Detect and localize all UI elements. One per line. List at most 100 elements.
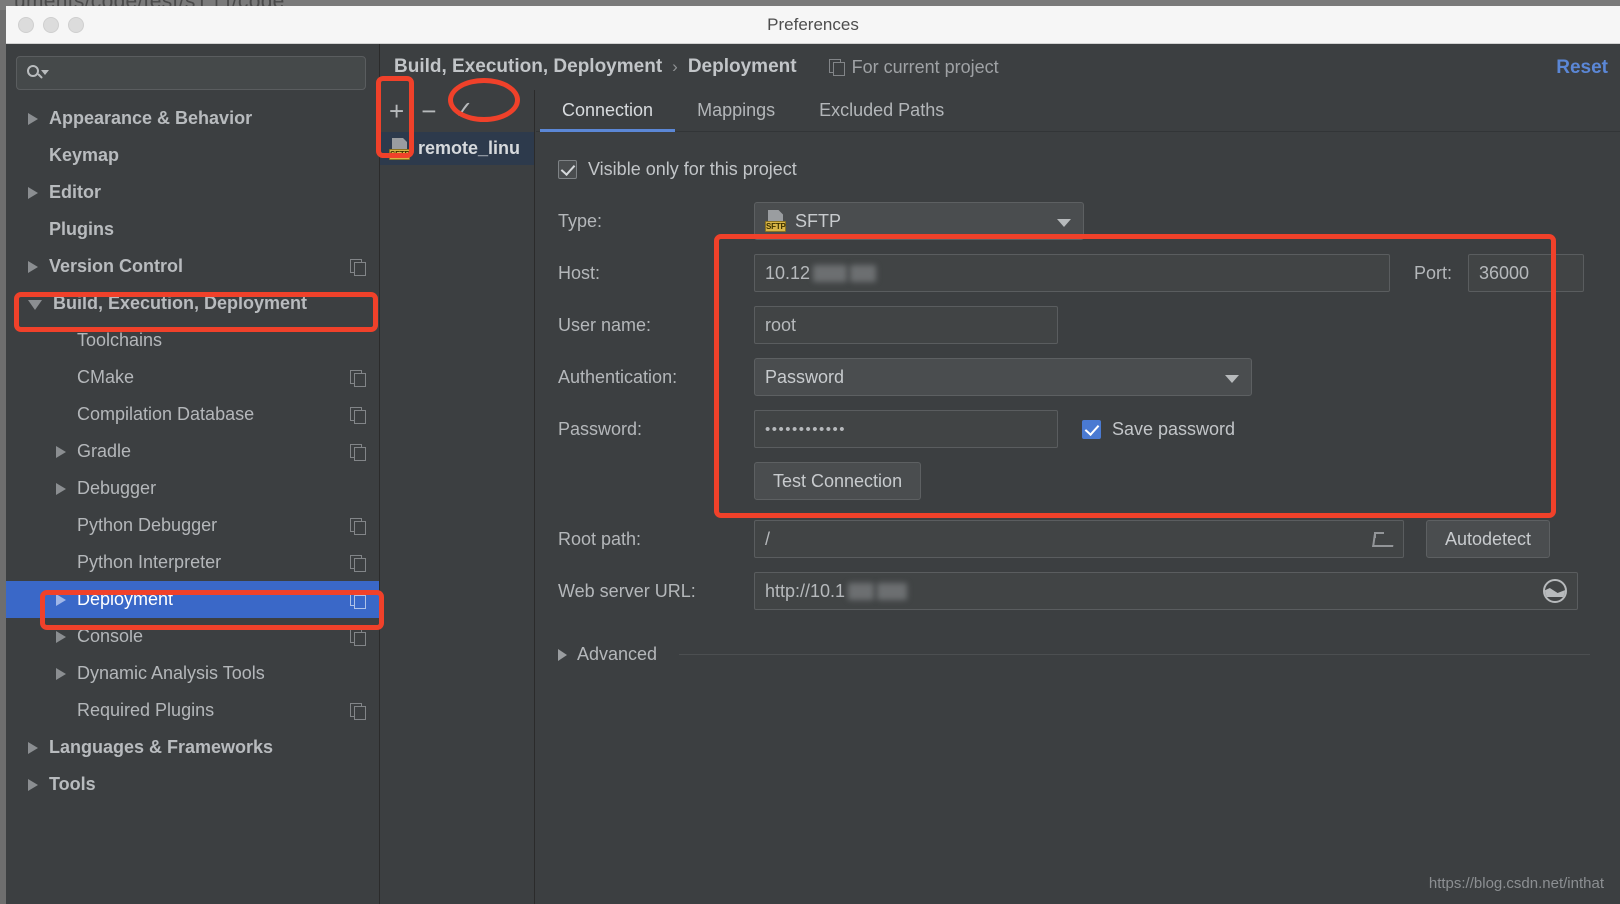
root-path-input[interactable]: /	[754, 520, 1404, 558]
advanced-section-toggle[interactable]: Advanced	[558, 644, 1620, 665]
watermark: https://blog.csdn.net/inthat	[1428, 875, 1604, 892]
type-label: Type:	[558, 210, 603, 231]
sidebar-item-toolchains[interactable]: Toolchains	[6, 322, 379, 359]
chevron-right-icon[interactable]	[56, 445, 66, 458]
sidebar-item-label: Compilation Database	[77, 404, 255, 424]
host-value: 10.12	[765, 262, 811, 283]
sftp-badge-label: SFTP	[389, 148, 410, 160]
sidebar-item-label: Gradle	[77, 441, 132, 461]
chevron-down-icon[interactable]	[28, 300, 42, 310]
sidebar-item-languages-frameworks[interactable]: Languages & Frameworks	[6, 729, 379, 766]
folder-icon[interactable]	[1373, 531, 1393, 547]
host-input[interactable]: 10.12	[754, 254, 1390, 292]
breadcrumb-separator-icon: ›	[672, 57, 678, 76]
search-input[interactable]	[16, 56, 366, 90]
sidebar-item-label: Languages & Frameworks	[49, 737, 274, 757]
copy-icon	[350, 443, 366, 461]
sidebar-item-plugins[interactable]: Plugins	[6, 211, 379, 248]
chevron-right-icon[interactable]	[28, 260, 38, 273]
sidebar-item-console[interactable]: Console	[6, 618, 379, 655]
sidebar-item-version-control[interactable]: Version Control	[6, 248, 379, 285]
sftp-badge-label: SFTP	[765, 221, 786, 232]
password-row: Password: •••••••••••• Save password	[558, 410, 1620, 448]
tab-connection[interactable]: Connection	[540, 90, 676, 132]
port-value: 36000	[1479, 262, 1530, 283]
server-name: remote_linu	[418, 138, 521, 158]
chevron-right-icon[interactable]	[56, 482, 66, 495]
chevron-right-icon[interactable]	[56, 630, 66, 643]
chevron-right-icon[interactable]	[28, 112, 38, 125]
sidebar-item-required-plugins[interactable]: Required Plugins	[6, 692, 379, 729]
set-default-server-button[interactable]: ✓	[453, 99, 473, 123]
save-password-label: Save password	[1112, 418, 1236, 439]
password-input[interactable]: ••••••••••••	[754, 410, 1058, 448]
chevron-right-icon[interactable]	[28, 778, 38, 791]
sidebar-item-deployment[interactable]: Deployment	[6, 581, 379, 618]
sidebar-item-label: CMake	[77, 367, 135, 387]
server-list-toolbar: + − ✓	[380, 90, 534, 132]
settings-detail-panel: Build, Execution, Deployment › Deploymen…	[380, 44, 1620, 904]
sidebar-item-dynamic-analysis-tools[interactable]: Dynamic Analysis Tools	[6, 655, 379, 692]
port-input[interactable]: 36000	[1468, 254, 1585, 292]
chevron-down-icon	[1057, 219, 1071, 227]
sidebar-item-label: Python Debugger	[77, 515, 218, 535]
sidebar-item-keymap[interactable]: Keymap	[6, 137, 379, 174]
authentication-row: Authentication: Password	[558, 358, 1620, 396]
sidebar-item-appearance-behavior[interactable]: Appearance & Behavior	[6, 100, 379, 137]
root-path-row: Root path: / Autodetect	[558, 520, 1620, 558]
sidebar-item-label: Dynamic Analysis Tools	[77, 663, 265, 683]
globe-icon[interactable]	[1543, 579, 1567, 603]
host-row: Host: 10.12 Port: 36000	[558, 254, 1620, 292]
web-server-url-input[interactable]: http://10.1	[754, 572, 1578, 610]
chevron-right-icon[interactable]	[56, 667, 66, 680]
server-list-item[interactable]: SFTP remote_linu	[380, 132, 534, 165]
sidebar-item-editor[interactable]: Editor	[6, 174, 379, 211]
settings-tree: Appearance & Behavior Keymap Editor Plugins…	[6, 100, 379, 803]
visible-only-checkbox[interactable]	[558, 159, 577, 179]
sftp-icon: SFTP	[389, 137, 411, 160]
username-input[interactable]: root	[754, 306, 1058, 344]
autodetect-button[interactable]: Autodetect	[1426, 520, 1551, 558]
chevron-right-icon	[558, 648, 567, 661]
sidebar-item-label: Keymap	[49, 145, 120, 165]
tab-excluded-paths[interactable]: Excluded Paths	[797, 90, 966, 132]
password-label: Password:	[558, 418, 643, 439]
test-connection-row: Test Connection	[558, 462, 1620, 500]
sidebar-item-build-execution-deployment[interactable]: Build, Execution, Deployment	[6, 285, 379, 322]
sidebar-item-tools[interactable]: Tools	[6, 766, 379, 803]
copy-icon	[350, 517, 366, 535]
host-label: Host:	[558, 262, 601, 283]
breadcrumb-current: Deployment	[687, 56, 797, 77]
sidebar-item-compilation-database[interactable]: Compilation Database	[6, 396, 379, 433]
window-title-bar: Preferences	[6, 6, 1620, 44]
save-password-checkbox[interactable]	[1082, 419, 1101, 439]
authentication-select[interactable]: Password	[754, 358, 1252, 396]
add-server-button[interactable]: +	[389, 98, 404, 124]
sidebar-item-debugger[interactable]: Debugger	[6, 470, 379, 507]
host-redaction-2	[850, 264, 877, 282]
window-content: Appearance & Behavior Keymap Editor Plugins…	[6, 44, 1620, 904]
copy-icon	[350, 702, 366, 720]
chevron-down-icon	[1225, 375, 1239, 383]
copy-icon	[350, 369, 366, 387]
sidebar-item-gradle[interactable]: Gradle	[6, 433, 379, 470]
reset-link[interactable]: Reset	[1556, 57, 1608, 79]
tab-strip: Connection Mappings Excluded Paths	[536, 90, 1620, 132]
sidebar-item-cmake[interactable]: CMake	[6, 359, 379, 396]
sftp-icon: SFTP	[765, 210, 787, 232]
chevron-right-icon[interactable]	[28, 186, 38, 199]
sidebar-item-python-interpreter[interactable]: Python Interpreter	[6, 544, 379, 581]
username-row: User name: root	[558, 306, 1620, 344]
tab-mappings[interactable]: Mappings	[675, 90, 797, 132]
type-select[interactable]: SFTP SFTP	[754, 202, 1084, 240]
remove-server-button[interactable]: −	[421, 98, 436, 124]
host-redaction	[813, 264, 848, 282]
chevron-right-icon[interactable]	[56, 593, 66, 606]
type-row: Type: SFTP SFTP	[558, 202, 1620, 240]
sidebar-item-python-debugger[interactable]: Python Debugger	[6, 507, 379, 544]
sidebar-item-label: Toolchains	[77, 330, 163, 350]
chevron-right-icon[interactable]	[28, 741, 38, 754]
authentication-label: Authentication:	[558, 366, 678, 387]
test-connection-button[interactable]: Test Connection	[754, 462, 922, 500]
breadcrumb-parent[interactable]: Build, Execution, Deployment	[394, 56, 662, 78]
